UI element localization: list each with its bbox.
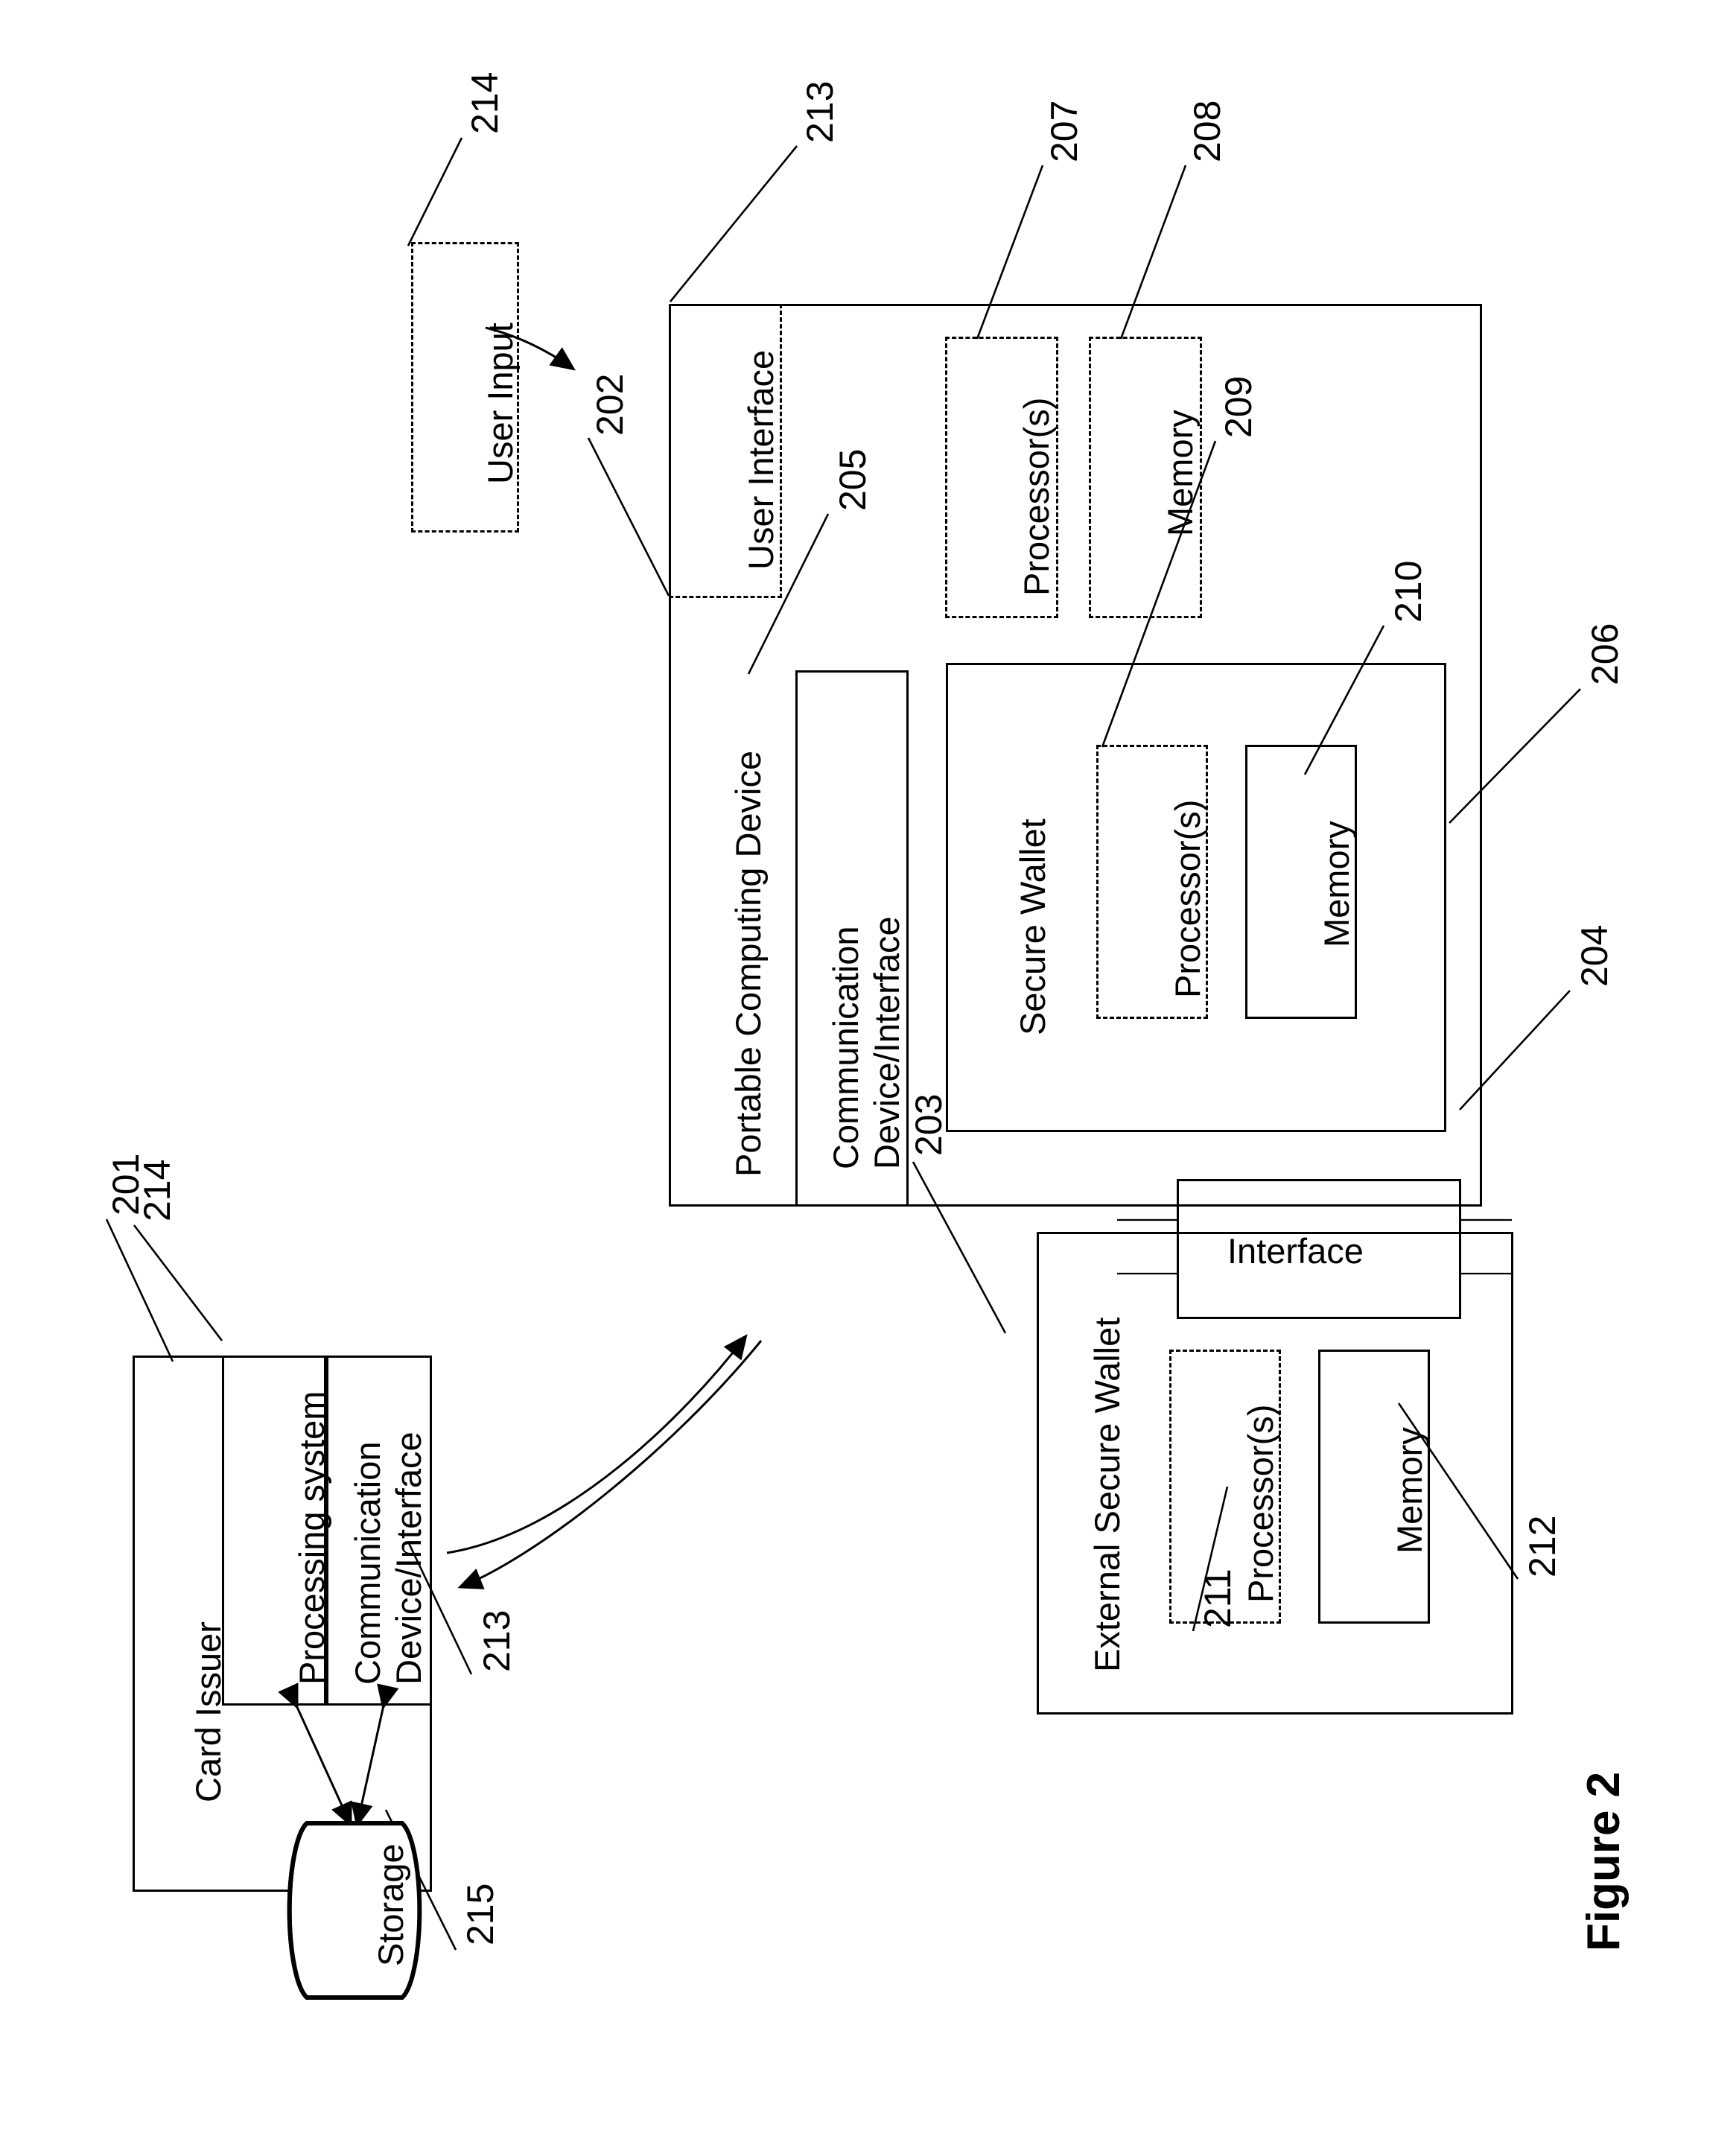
- ref-203-external-secure-wallet: 203: [908, 1093, 950, 1156]
- storage-label: Storage: [371, 1843, 410, 1966]
- pcd-processors-label: Processor(s): [1017, 397, 1056, 596]
- secure-wallet-processors-label: Processor(s): [1168, 799, 1207, 998]
- ref-207-pcd-processors: 207: [1043, 100, 1085, 162]
- pcd-comm-label-line1: Communication: [826, 926, 865, 1169]
- user-interface-label: User Interface: [741, 349, 780, 570]
- ref-208-pcd-memory: 208: [1186, 100, 1228, 162]
- ref-214-processing-system: 214: [136, 1159, 178, 1221]
- user-input-label: User Input: [480, 322, 520, 484]
- ref-211-external-secure-wallet-processors: 211: [1197, 1569, 1239, 1628]
- ref-204-interface: 204: [1574, 924, 1615, 987]
- issuer-comm-label-line1: Communication: [348, 1441, 387, 1685]
- ref-210-secure-wallet-memory: 210: [1387, 560, 1429, 623]
- ref-209-secure-wallet-processors: 209: [1218, 375, 1259, 438]
- ref-212-external-secure-wallet-memory: 212: [1522, 1515, 1563, 1577]
- pcd-memory-label: Memory: [1160, 410, 1200, 536]
- figure-caption: Figure 2: [1578, 1771, 1630, 1951]
- figure-canvas: User Input 214 Portable Computing Device…: [0, 0, 1736, 2145]
- external-secure-wallet-processors-label: Processor(s): [1241, 1404, 1280, 1603]
- ref-215-storage: 215: [460, 1883, 501, 1945]
- ref-205-pcd-communication: 205: [832, 448, 874, 511]
- ref-213-user-interface: 213: [799, 80, 841, 143]
- ref-213-issuer-communication: 213: [476, 1609, 518, 1672]
- external-secure-wallet-memory-label: Memory: [1390, 1427, 1429, 1554]
- pcd-communication-device-interface-label: Communication Device/Interface: [825, 916, 908, 1169]
- secure-wallet-label: Secure Wallet: [1013, 819, 1052, 1035]
- portable-computing-device-label: Portable Computing Device: [728, 750, 768, 1177]
- issuer-comm-label-line2: Device/Interface: [389, 1431, 429, 1685]
- external-secure-wallet-label: External Secure Wallet: [1087, 1317, 1127, 1672]
- ref-206-secure-wallet: 206: [1584, 623, 1626, 685]
- secure-wallet-memory-label: Memory: [1317, 821, 1356, 947]
- ref-202-portable-computing-device: 202: [589, 373, 631, 436]
- pcd-comm-label-line2: Device/Interface: [867, 916, 907, 1169]
- ref-214-user-input: 214: [464, 72, 506, 134]
- issuer-communication-device-interface-label: Communication Device/Interface: [347, 1431, 430, 1685]
